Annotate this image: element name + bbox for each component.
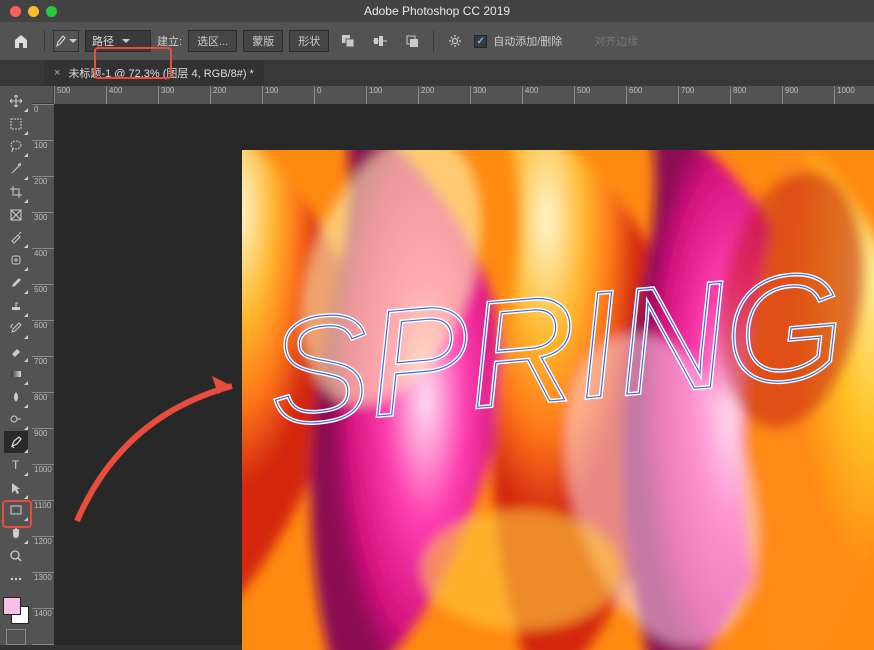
healing-brush-tool[interactable] (4, 249, 28, 271)
history-brush-tool[interactable] (4, 318, 28, 340)
brush-tool[interactable] (4, 272, 28, 294)
move-tool[interactable] (4, 90, 28, 112)
canvas-viewport: 5004003002001000100200300400500600700800… (32, 86, 874, 645)
maximize-window-button[interactable] (46, 6, 57, 17)
zoom-tool[interactable] (4, 545, 28, 567)
marquee-tool[interactable] (4, 113, 28, 135)
chevron-down-icon (122, 39, 130, 43)
align-edges-label: 对齐边缘 (594, 33, 638, 49)
document-tab[interactable]: × 未标题-1 @ 72.3% (图层 4, RGB/8#) * (44, 60, 264, 86)
path-operations-button[interactable] (335, 30, 361, 52)
path-alignment-button[interactable] (367, 30, 393, 52)
window-controls (10, 6, 57, 17)
workspace: T 50040030020010001002003004005006007008… (0, 86, 874, 645)
title-bar: Adobe Photoshop CC 2019 (0, 0, 874, 22)
tab-title: 未标题-1 @ 72.3% (图层 4, RGB/8#) * (68, 65, 253, 81)
foreground-color-swatch[interactable] (3, 597, 21, 615)
make-mask-button[interactable]: 蒙版 (243, 30, 283, 52)
blur-tool[interactable] (4, 386, 28, 408)
eyedropper-tool[interactable] (4, 227, 28, 249)
app-title: Adobe Photoshop CC 2019 (364, 4, 510, 18)
home-button[interactable] (6, 28, 36, 54)
type-tool[interactable]: T (4, 454, 28, 476)
gear-icon[interactable] (442, 30, 468, 52)
path-arrangement-button[interactable] (399, 30, 425, 52)
svg-text:T: T (12, 458, 20, 472)
close-tab-button[interactable]: × (54, 67, 60, 79)
path-selection-tool[interactable] (4, 477, 28, 499)
auto-add-delete-checkbox[interactable]: ✓ (474, 35, 487, 48)
ruler-origin[interactable] (32, 86, 54, 104)
options-bar: 路径 建立: 选区... 蒙版 形状 ✓ 自动添加/删除 对齐边缘 (0, 22, 874, 60)
tool-preset-picker[interactable] (53, 30, 79, 52)
make-label: 建立: (157, 33, 182, 49)
mode-value: 路径 (92, 33, 114, 49)
divider (433, 30, 434, 52)
tools-panel: T (0, 86, 32, 645)
edit-toolbar-button[interactable] (4, 568, 28, 590)
check-icon: ✓ (477, 36, 485, 47)
horizontal-ruler[interactable]: 5004003002001000100200300400500600700800… (54, 86, 874, 104)
quick-mask-button[interactable] (6, 629, 26, 645)
chevron-down-icon (69, 39, 77, 43)
document-tab-bar: × 未标题-1 @ 72.3% (图层 4, RGB/8#) * (0, 60, 874, 86)
annotation-arrow (62, 346, 252, 526)
clone-stamp-tool[interactable] (4, 295, 28, 317)
lasso-tool[interactable] (4, 136, 28, 158)
frame-tool[interactable] (4, 204, 28, 226)
rectangle-tool[interactable] (4, 500, 28, 522)
make-shape-button[interactable]: 形状 (289, 30, 329, 52)
magic-wand-tool[interactable] (4, 158, 28, 180)
make-selection-button[interactable]: 选区... (188, 30, 237, 52)
minimize-window-button[interactable] (28, 6, 39, 17)
pen-tool[interactable] (4, 431, 28, 453)
pick-tool-mode-dropdown[interactable]: 路径 (85, 30, 151, 52)
gradient-tool[interactable] (4, 363, 28, 385)
eraser-tool[interactable] (4, 340, 28, 362)
close-window-button[interactable] (10, 6, 21, 17)
color-swatches[interactable] (3, 597, 29, 625)
dodge-tool[interactable] (4, 409, 28, 431)
vertical-ruler[interactable]: 0100200300400500600700800900100011001200… (32, 104, 54, 645)
crop-tool[interactable] (4, 181, 28, 203)
divider (44, 30, 45, 52)
document-canvas[interactable]: SPRING SPRING (242, 150, 874, 650)
auto-add-delete-label: 自动添加/删除 (493, 33, 562, 49)
hand-tool[interactable] (4, 522, 28, 544)
